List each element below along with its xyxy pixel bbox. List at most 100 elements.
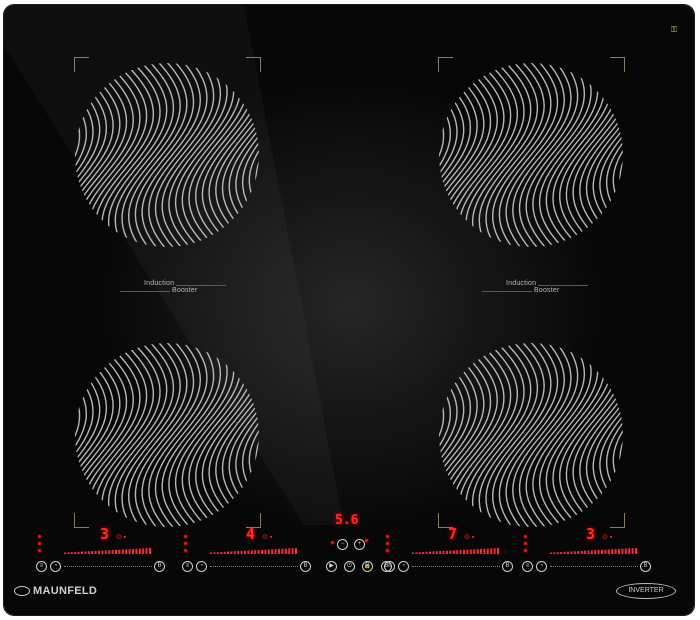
coil-line	[572, 63, 623, 247]
zone-select-icon[interactable]: ≡	[36, 561, 47, 572]
coil-line	[439, 343, 452, 527]
cooking-zone-bottom-left[interactable]	[72, 335, 262, 535]
coil-line	[545, 343, 606, 527]
power-bar-segment	[570, 551, 573, 554]
power-bar-segment	[142, 548, 145, 554]
label-divider	[482, 291, 532, 292]
power-level-bar[interactable]	[210, 547, 300, 555]
zone-indicator-dot	[386, 542, 389, 545]
boost-button-icon[interactable]: B	[154, 561, 165, 572]
power-bar-segment	[418, 552, 421, 554]
boost-button-icon[interactable]: B	[640, 561, 651, 572]
zone-corner-mark	[610, 513, 625, 528]
power-level-bar[interactable]	[550, 547, 640, 555]
timer-indicator-dot	[331, 541, 334, 544]
timer-minus-icon[interactable]: −	[337, 539, 348, 550]
power-bar-segment	[77, 551, 80, 554]
power-bar-segment	[490, 548, 493, 554]
coil-line	[471, 343, 532, 527]
zone-indicator-dot	[38, 535, 41, 538]
coil-line	[75, 63, 108, 247]
power-level-display: 7	[448, 525, 458, 543]
power-bar-segment	[442, 550, 445, 554]
power-bar-segment	[618, 548, 620, 554]
power-icon[interactable]: ⏻	[344, 561, 355, 572]
coil-line	[439, 63, 472, 247]
power-level-bar[interactable]	[64, 547, 154, 555]
power-slider[interactable]	[210, 566, 298, 568]
timer-plus-icon[interactable]: +	[354, 539, 365, 550]
power-bar-segment	[435, 551, 438, 554]
coil-line	[545, 63, 606, 247]
pause-icon[interactable]: ▶	[326, 561, 337, 572]
lock-icon[interactable]: 🔒	[362, 561, 373, 572]
cooking-zone-bottom-right[interactable]	[436, 335, 626, 535]
zone-indicator-dot	[524, 549, 527, 552]
power-bar-segment	[87, 551, 90, 554]
coil-pattern	[439, 343, 623, 527]
power-bar-segment	[220, 551, 223, 554]
power-level-display: 3	[586, 525, 596, 543]
boost-button-icon[interactable]: B	[502, 561, 513, 572]
power-bar-segment	[267, 549, 270, 554]
coil-line	[565, 343, 623, 527]
zone-timer-icon: ⊙ ▪	[464, 534, 475, 541]
zone-corner-mark	[74, 513, 89, 528]
zone-select-icon[interactable]: ≡	[384, 561, 395, 572]
cooking-zone-top-left[interactable]	[72, 55, 262, 255]
power-slider[interactable]	[412, 566, 500, 568]
power-bar-segment	[281, 548, 284, 554]
label-divider	[120, 291, 170, 292]
power-bar-segment	[469, 549, 472, 554]
brand-logo: MAUNFELD	[14, 585, 97, 597]
power-slider[interactable]	[550, 566, 638, 568]
zone-indicator-dot	[38, 549, 41, 552]
zone-timer-button-icon[interactable]: ◔	[196, 561, 207, 572]
label-divider	[538, 285, 588, 286]
boost-button-icon[interactable]: B	[300, 561, 311, 572]
timer-indicator-dot	[365, 539, 368, 542]
cooking-zone-top-right[interactable]	[436, 55, 626, 255]
power-bar-segment	[463, 549, 465, 554]
zone-timer-button-icon[interactable]: ◔	[50, 561, 61, 572]
zone-corner-mark	[74, 57, 89, 72]
coil-line	[75, 343, 81, 527]
coil-line	[75, 63, 88, 247]
zone-timer-button-icon[interactable]: ◔	[536, 561, 547, 572]
zone-timer-icon: ⊙ ▪	[116, 534, 127, 541]
power-level-display: 4	[246, 525, 256, 543]
zone-select-icon[interactable]: ≡	[522, 561, 533, 572]
zone-timer-button-icon[interactable]: ◔	[398, 561, 409, 572]
coil-line	[75, 343, 121, 527]
power-bar-segment	[216, 552, 219, 554]
power-bar-segment	[250, 550, 253, 554]
power-bar-segment	[284, 548, 287, 554]
power-bar-segment	[594, 550, 597, 554]
key-icon[interactable]: ⚿	[671, 25, 677, 35]
coil-line	[181, 63, 242, 247]
coil-line	[579, 63, 623, 247]
power-level-bar[interactable]	[412, 547, 502, 555]
power-bar-segment	[213, 552, 216, 554]
coil-line	[107, 63, 168, 247]
coil-line	[75, 343, 88, 527]
power-bar-segment	[271, 549, 274, 554]
coil-line	[451, 63, 512, 247]
coil-line	[75, 343, 101, 527]
power-bar-segment	[278, 548, 280, 554]
power-bar-segment	[64, 552, 66, 554]
power-slider[interactable]	[64, 566, 152, 568]
timer-display: 5.6	[335, 513, 359, 528]
power-bar-segment	[631, 548, 634, 554]
power-bar-segment	[587, 550, 590, 554]
zone-select-icon[interactable]: ≡	[182, 561, 193, 572]
zone-indicator-dot	[184, 549, 187, 552]
power-bar-segment	[580, 550, 583, 554]
brand-name: MAUNFELD	[33, 585, 98, 597]
power-bar-segment	[94, 550, 97, 554]
power-bar-segment	[70, 552, 73, 554]
power-bar-segment	[584, 550, 586, 554]
coil-line	[75, 343, 108, 527]
power-bar-segment	[483, 548, 486, 554]
coil-line	[439, 343, 445, 527]
